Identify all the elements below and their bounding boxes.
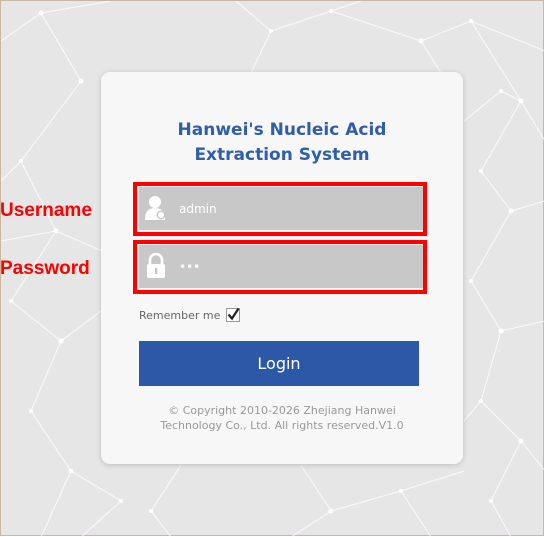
username-annotation-label: Username — [0, 200, 92, 221]
remember-me-checkbox[interactable] — [226, 307, 241, 322]
copyright-line-1: © Copyright 2010-2026 Zhejiang Hanwei — [168, 404, 396, 417]
login-button[interactable]: Login — [139, 341, 419, 386]
app-title-line-2: Extraction System — [194, 145, 370, 165]
copyright-line-2: Technology Co., Ltd. All rights reserved… — [160, 419, 404, 432]
remember-me-row: Remember me — [139, 306, 241, 324]
checkmark-icon — [228, 307, 240, 321]
password-highlight-box — [133, 240, 427, 294]
copyright-text: © Copyright 2010-2026 Zhejiang Hanwei Te… — [101, 403, 463, 433]
remember-me-label: Remember me — [139, 308, 221, 322]
app-title: Hanwei's Nucleic Acid Extraction System — [101, 118, 463, 168]
username-highlight-box — [133, 182, 427, 236]
password-annotation-label: Password — [0, 258, 90, 279]
app-title-line-1: Hanwei's Nucleic Acid — [177, 120, 387, 140]
